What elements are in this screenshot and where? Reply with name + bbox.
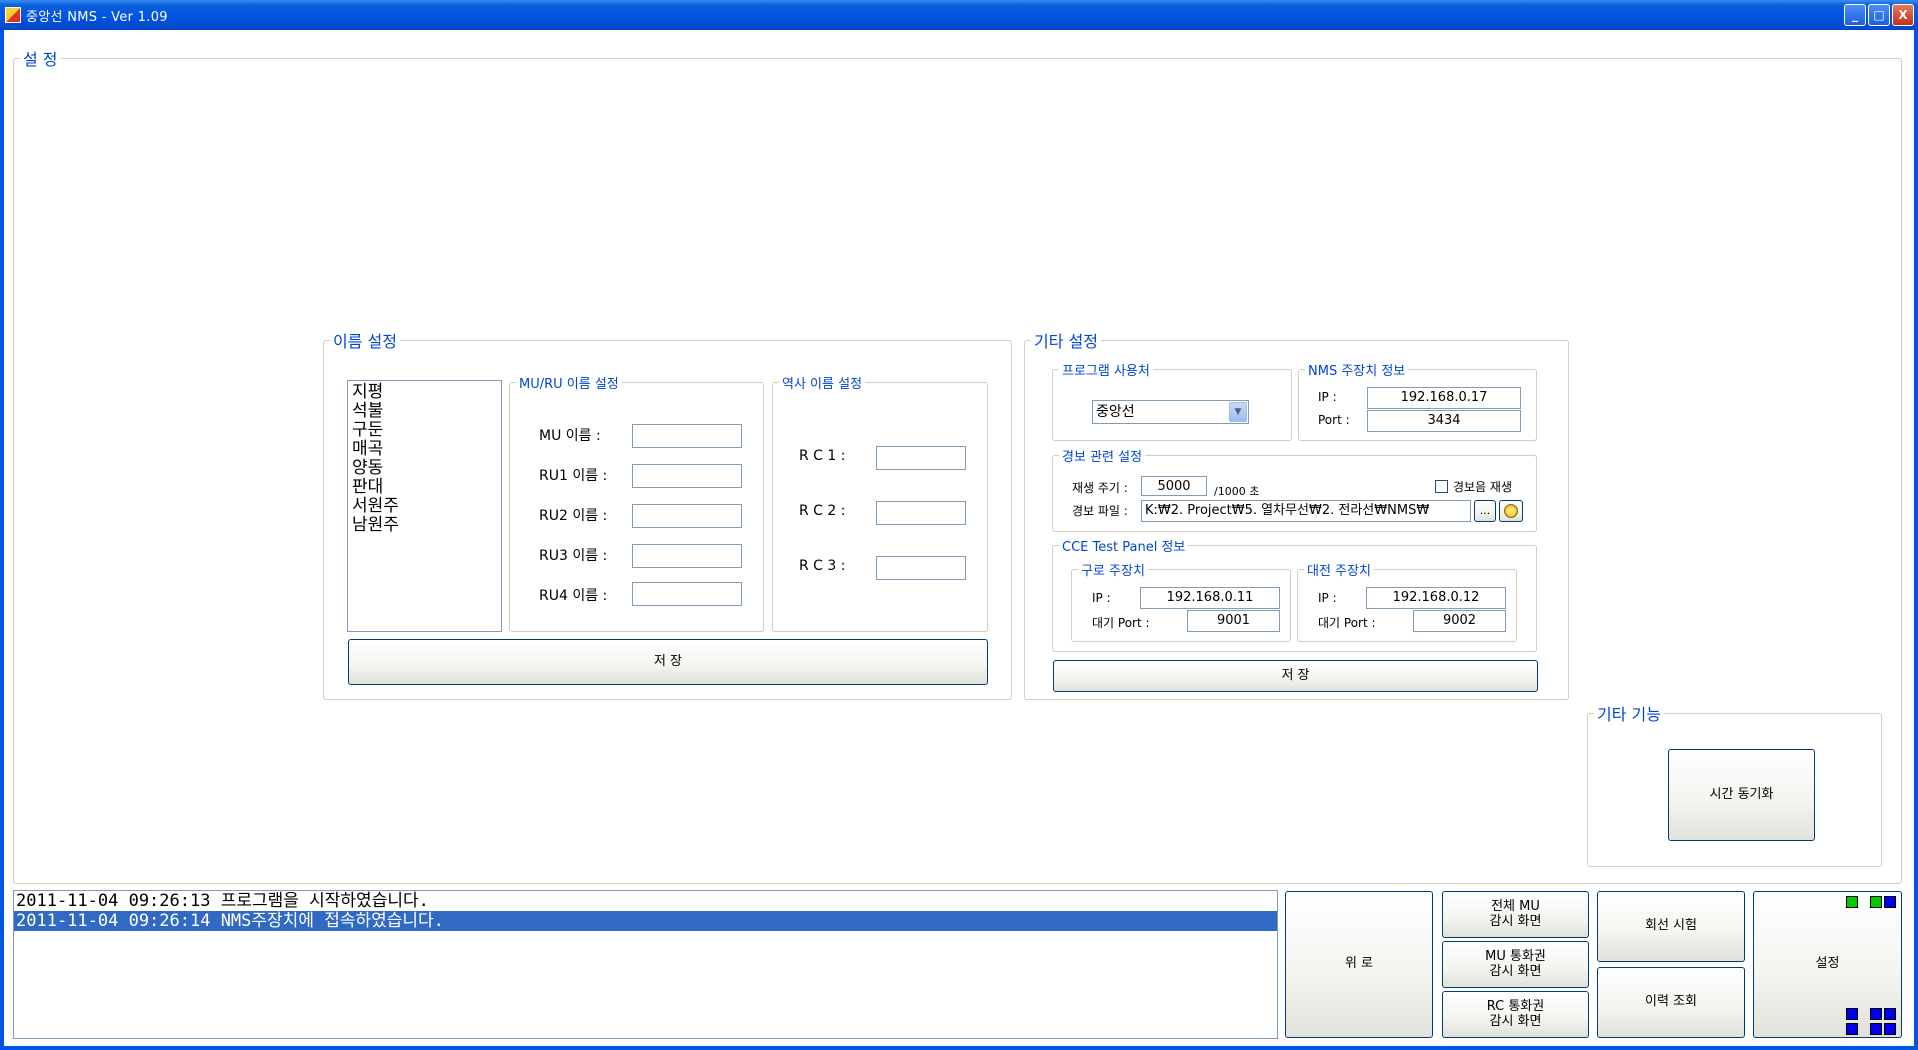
- close-button[interactable]: X: [1892, 4, 1914, 26]
- guro-ip-label: IP :: [1092, 591, 1111, 605]
- other-save-button[interactable]: 저 장: [1053, 660, 1538, 692]
- list-item[interactable]: 매곡: [352, 440, 497, 459]
- ru1-name-input[interactable]: [632, 464, 742, 488]
- ru4-name-label: RU4 이름 :: [539, 588, 608, 604]
- nms-port-input[interactable]: [1367, 410, 1521, 432]
- list-item[interactable]: 지평: [352, 383, 497, 402]
- browse-button[interactable]: ...: [1474, 500, 1496, 522]
- other-settings-title: 기타 설정: [1034, 332, 1098, 351]
- all-mu-label-1: 전체 MU: [1491, 899, 1540, 915]
- list-item[interactable]: 서원주: [352, 497, 497, 516]
- alarm-settings-title: 경보 관련 설정: [1062, 450, 1143, 465]
- status-led-icon: [1846, 896, 1858, 908]
- daejeon-ip-label: IP :: [1318, 591, 1337, 605]
- list-item[interactable]: 구둔: [352, 421, 497, 440]
- program-user-value: 중앙선: [1096, 404, 1135, 420]
- misc-functions-title: 기타 기능: [1597, 705, 1661, 724]
- time-sync-button[interactable]: 시간 동기화: [1668, 749, 1815, 841]
- program-user-select[interactable]: 중앙선 ▼: [1092, 400, 1249, 424]
- list-item[interactable]: 판대: [352, 478, 497, 497]
- status-led-icon: [1870, 1008, 1882, 1020]
- rc1-label: R C 1 :: [799, 448, 846, 464]
- nms-ip-label: IP :: [1318, 390, 1337, 404]
- status-led-icon: [1870, 1023, 1882, 1035]
- nms-info-title: NMS 주장치 정보: [1308, 364, 1406, 379]
- status-led-icon: [1884, 1023, 1896, 1035]
- status-led-icon: [1846, 1023, 1858, 1035]
- rc2-input[interactable]: [876, 501, 966, 525]
- guro-title: 구로 주장치: [1081, 564, 1145, 579]
- log-list[interactable]: 2011-11-04 09:26:13 프로그램을 시작하였습니다. 2011-…: [13, 890, 1278, 1039]
- alarm-period-unit: /1000 초: [1214, 485, 1260, 498]
- cce-panel-title: CCE Test Panel 정보: [1062, 540, 1186, 555]
- list-item[interactable]: 양동: [352, 459, 497, 478]
- settings-label: 설정: [1815, 956, 1840, 972]
- title-bar: 중앙선 NMS - Ver 1.09 _ □ X: [0, 0, 1918, 30]
- guro-ip-input[interactable]: [1140, 587, 1280, 609]
- minimize-button[interactable]: _: [1844, 4, 1866, 26]
- settings-group-title: 설 정: [23, 50, 58, 69]
- program-user-title: 프로그램 사용처: [1062, 364, 1150, 379]
- rc-call-monitor-button[interactable]: RC 통화권 감시 화면: [1442, 991, 1589, 1038]
- all-mu-label-2: 감시 화면: [1489, 913, 1542, 929]
- alarm-sound-label: 경보음 재생: [1453, 480, 1513, 494]
- status-led-icon: [1884, 896, 1896, 908]
- log-row-selected[interactable]: 2011-11-04 09:26:14 NMS주장치에 접속하였습니다.: [14, 911, 1277, 931]
- guro-port-label: 대기 Port :: [1092, 616, 1150, 630]
- status-led-icon: [1870, 896, 1882, 908]
- daejeon-title: 대전 주장치: [1307, 564, 1371, 579]
- alarm-sound-checkbox[interactable]: [1435, 480, 1448, 493]
- mu-call-monitor-button[interactable]: MU 통화권 감시 화면: [1442, 941, 1589, 988]
- play-sound-button[interactable]: [1499, 500, 1523, 522]
- rc3-input[interactable]: [876, 556, 966, 580]
- daejeon-ip-input[interactable]: [1366, 587, 1506, 609]
- rc2-label: R C 2 :: [799, 503, 846, 519]
- app-icon: [5, 7, 21, 23]
- nms-ip-input[interactable]: [1367, 387, 1521, 409]
- rc-call-label-1: RC 통화권: [1486, 999, 1545, 1015]
- nms-port-label: Port :: [1318, 413, 1350, 427]
- alarm-file-input[interactable]: K:₩2. Project₩5. 열차무선₩2. 전라선₩NMS₩: [1141, 500, 1471, 522]
- alarm-file-label: 경보 파일 :: [1072, 504, 1128, 518]
- all-mu-monitor-button[interactable]: 전체 MU 감시 화면: [1442, 891, 1589, 938]
- chevron-down-icon[interactable]: ▼: [1229, 402, 1247, 422]
- ru4-name-input[interactable]: [632, 582, 742, 606]
- alarm-period-input[interactable]: [1141, 476, 1207, 496]
- status-led-icon: [1846, 1008, 1858, 1020]
- ru3-name-label: RU3 이름 :: [539, 548, 608, 564]
- status-led-icon: [1884, 1008, 1896, 1020]
- list-item[interactable]: 석불: [352, 402, 497, 421]
- guro-port-input[interactable]: [1187, 610, 1280, 632]
- history-button[interactable]: 이력 조회: [1597, 967, 1745, 1038]
- ru1-name-label: RU1 이름 :: [539, 468, 608, 484]
- rc-call-label-2: 감시 화면: [1489, 1013, 1542, 1029]
- name-settings-title: 이름 설정: [333, 332, 397, 351]
- rc1-input[interactable]: [876, 446, 966, 470]
- list-item[interactable]: 남원주: [352, 516, 497, 535]
- ru2-name-input[interactable]: [632, 504, 742, 528]
- window-title: 중앙선 NMS - Ver 1.09: [26, 10, 168, 25]
- daejeon-port-label: 대기 Port :: [1318, 616, 1376, 630]
- mu-name-label: MU 이름 :: [539, 428, 601, 444]
- maximize-button[interactable]: □: [1868, 4, 1890, 26]
- station-name-title: 역사 이름 설정: [782, 377, 863, 392]
- daejeon-port-input[interactable]: [1413, 610, 1506, 632]
- mu-call-label-1: MU 통화권: [1485, 949, 1546, 965]
- mu-call-label-2: 감시 화면: [1489, 963, 1542, 979]
- ru2-name-label: RU2 이름 :: [539, 508, 608, 524]
- log-row[interactable]: 2011-11-04 09:26:13 프로그램을 시작하였습니다.: [14, 891, 1277, 911]
- ru3-name-input[interactable]: [632, 544, 742, 568]
- mu-name-input[interactable]: [632, 424, 742, 448]
- speaker-icon: [1504, 504, 1518, 518]
- top-button[interactable]: 위 로: [1285, 891, 1433, 1038]
- station-list[interactable]: 지평 석불 구둔 매곡 양동 판대 서원주 남원주: [347, 380, 502, 632]
- alarm-period-label: 재생 주기 :: [1072, 481, 1128, 495]
- rc3-label: R C 3 :: [799, 558, 846, 574]
- mu-ru-name-title: MU/RU 이름 설정: [519, 377, 619, 392]
- line-test-button[interactable]: 회선 시험: [1597, 891, 1745, 962]
- name-save-button[interactable]: 저 장: [348, 639, 988, 685]
